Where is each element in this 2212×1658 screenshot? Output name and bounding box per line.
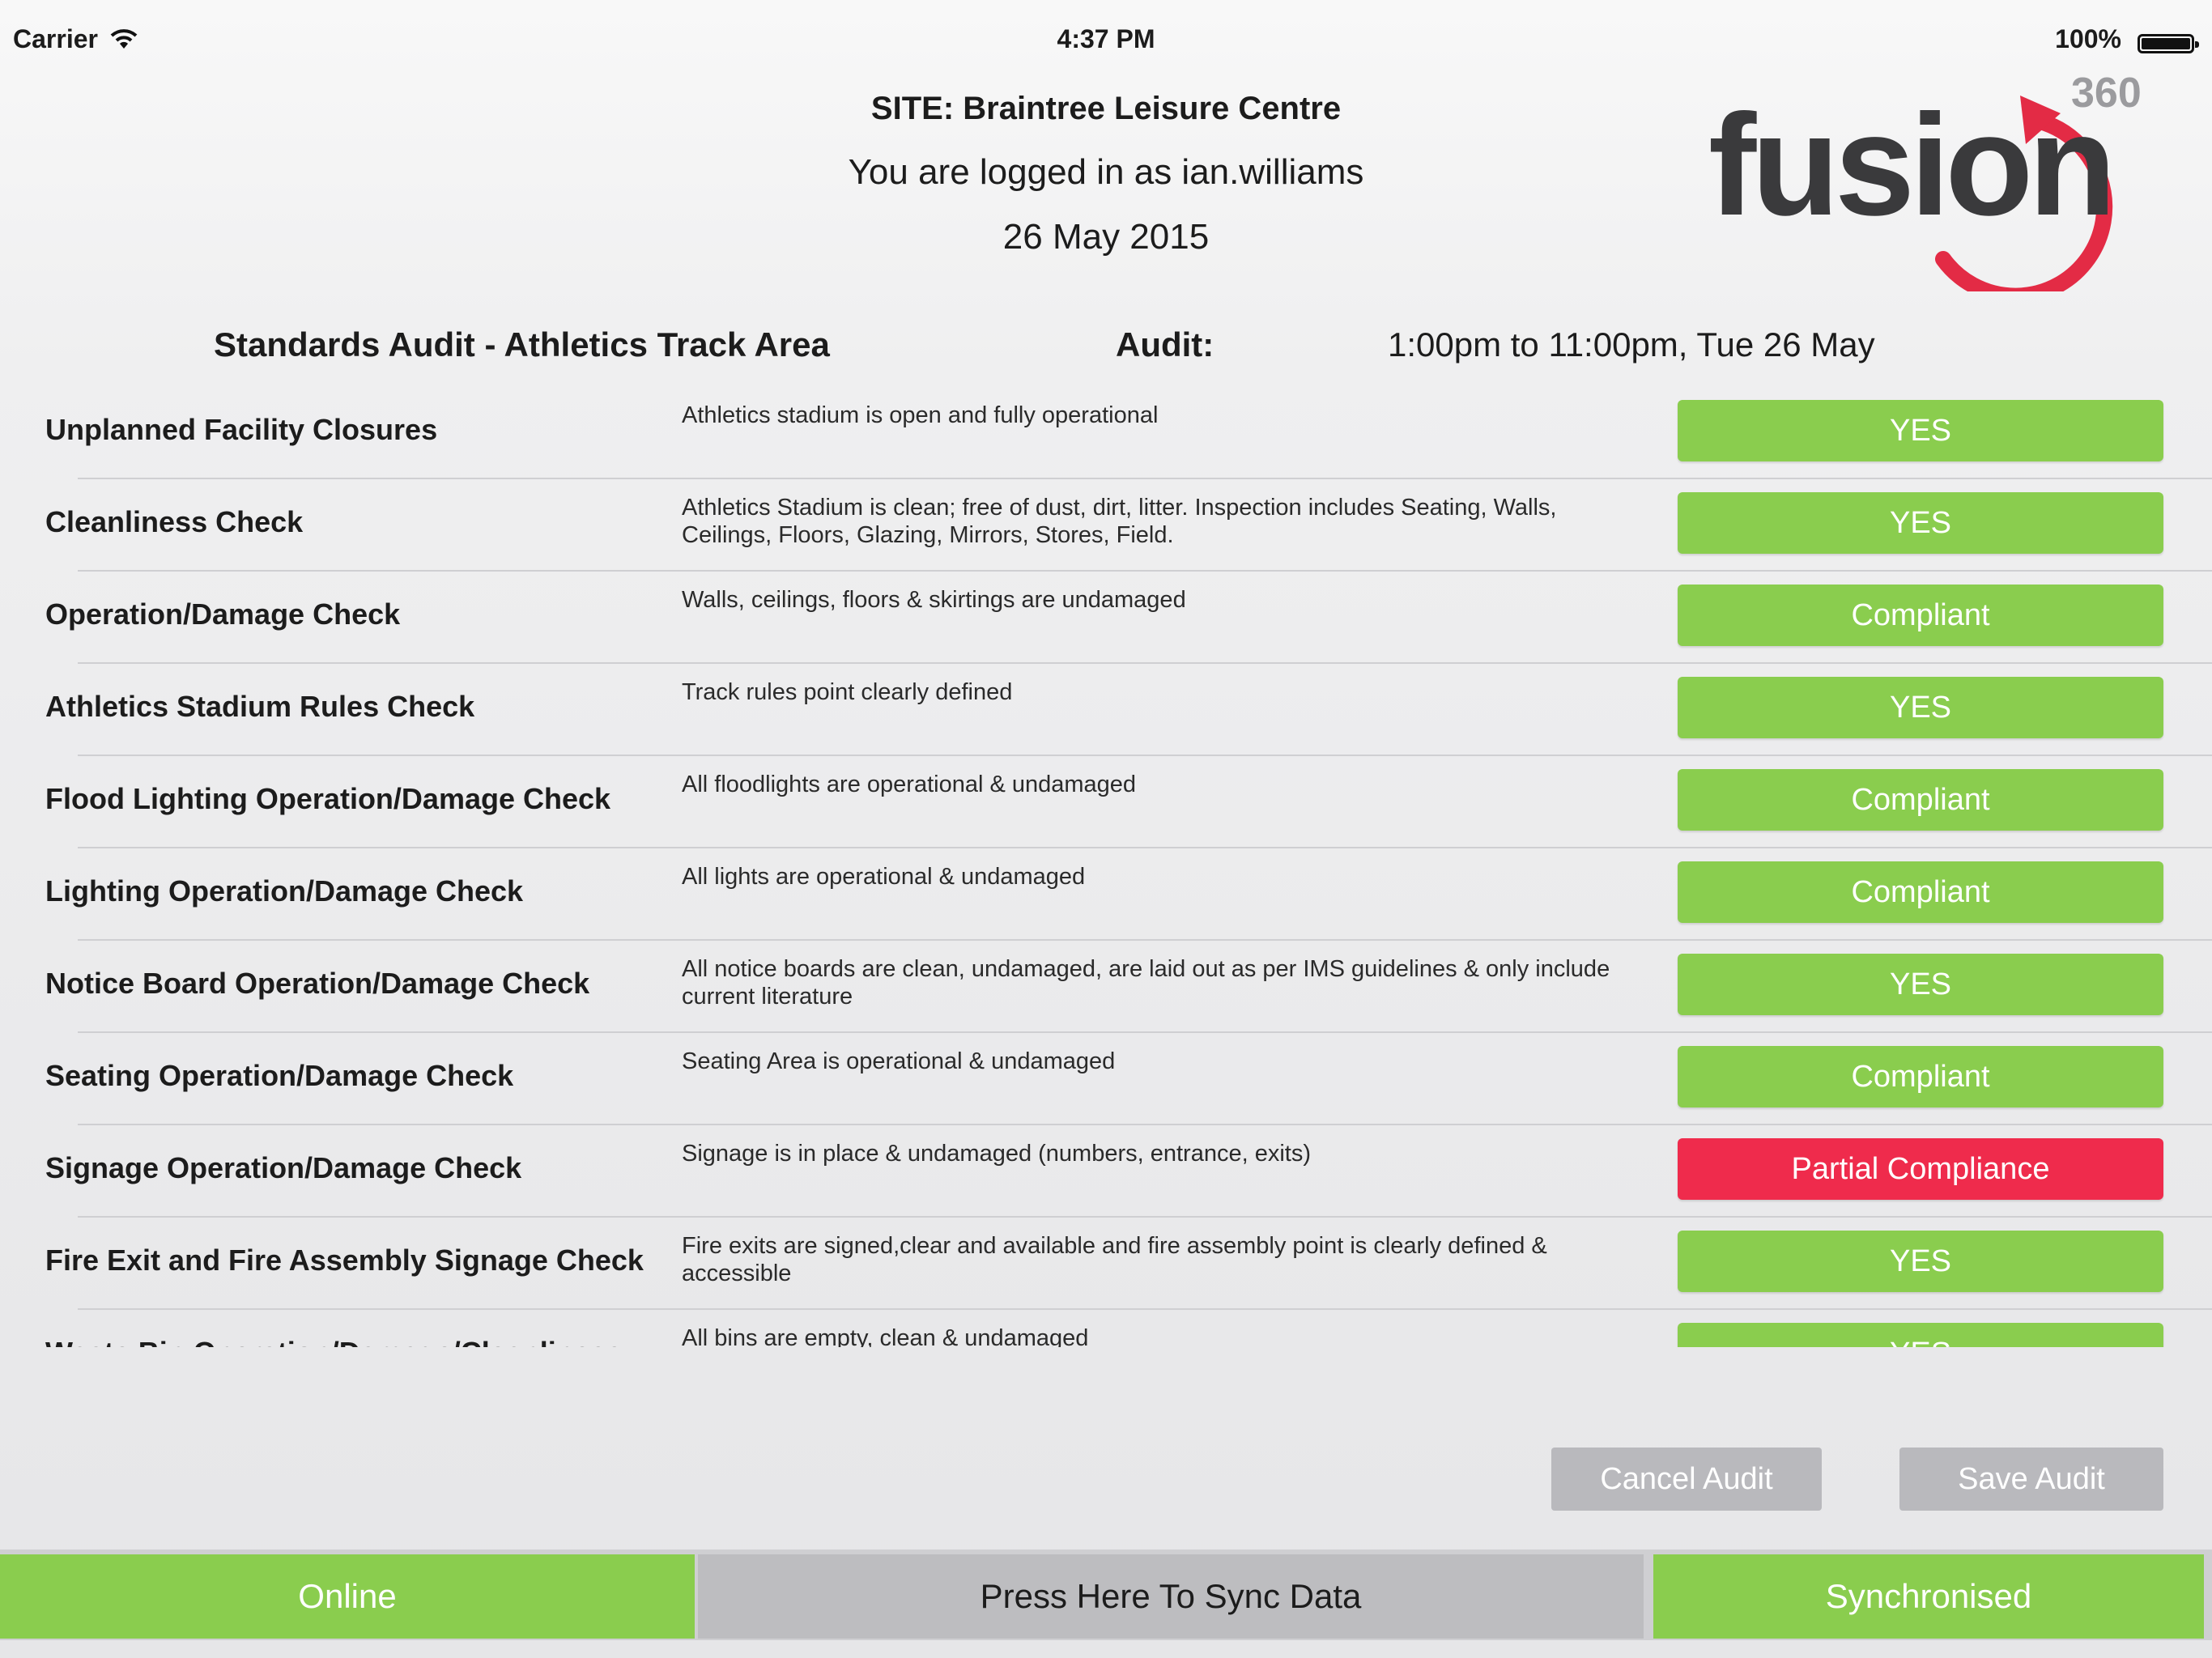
checklist-row: Notice Board Operation/Damage Check All n… bbox=[0, 941, 2212, 1033]
checklist-row: Cleanliness Check Athletics Stadium is cl… bbox=[0, 479, 2212, 572]
check-description: Track rules point clearly defined bbox=[682, 679, 1013, 705]
svg-text:fusion: fusion bbox=[1708, 84, 2112, 245]
check-description: Signage is in place & undamaged (numbers… bbox=[682, 1141, 1311, 1167]
check-status-button[interactable]: YES bbox=[1678, 492, 2163, 554]
audit-time-window: 1:00pm to 11:00pm, Tue 26 May bbox=[1388, 325, 1875, 363]
check-status-button[interactable]: YES bbox=[1678, 400, 2163, 461]
check-description: All lights are operational & undamaged bbox=[682, 864, 1086, 890]
check-status-button[interactable]: Partial Compliance bbox=[1678, 1138, 2163, 1200]
check-description: Walls, ceilings, floors & skirtings are … bbox=[682, 587, 1186, 613]
check-name: Signage Operation/Damage Check bbox=[45, 1151, 522, 1184]
check-description: All notice boards are clean, undamaged, … bbox=[682, 956, 1610, 1010]
checklist-row: Fire Exit and Fire Assembly Signage Chec… bbox=[0, 1218, 2212, 1310]
audit-label: Audit: bbox=[1116, 325, 1214, 363]
clock-label: 4:37 PM bbox=[1057, 24, 1155, 53]
check-description: Seating Area is operational & undamaged bbox=[682, 1048, 1116, 1074]
checklist-row: Waste Bin Operation/Damage/Cleanliness Al… bbox=[0, 1310, 2212, 1347]
checklist-row: Unplanned Facility Closures Athletics sta… bbox=[0, 387, 2212, 479]
check-description: Athletics stadium is open and fully oper… bbox=[682, 402, 1159, 428]
sync-data-button[interactable]: Press Here To Sync Data bbox=[698, 1554, 1644, 1639]
checklist-row: Flood Lighting Operation/Damage Check All… bbox=[0, 756, 2212, 848]
battery-icon bbox=[2138, 34, 2199, 53]
check-name: Athletics Stadium Rules Check bbox=[45, 690, 475, 723]
check-name: Flood Lighting Operation/Damage Check bbox=[45, 782, 611, 815]
check-description: All bins are empty, clean & undamaged bbox=[682, 1325, 1089, 1347]
audit-title: Standards Audit - Athletics Track Area bbox=[214, 325, 830, 363]
check-description: Fire exits are signed,clear and availabl… bbox=[682, 1233, 1547, 1286]
check-description: Athletics Stadium is clean; free of dust… bbox=[682, 495, 1557, 548]
check-status-button[interactable]: Compliant bbox=[1678, 585, 2163, 646]
check-status-button[interactable]: YES bbox=[1678, 1323, 2163, 1347]
check-name: Unplanned Facility Closures bbox=[45, 413, 438, 446]
check-name: Cleanliness Check bbox=[45, 505, 304, 538]
check-status-button[interactable]: Compliant bbox=[1678, 1046, 2163, 1107]
check-name: Fire Exit and Fire Assembly Signage Chec… bbox=[45, 1244, 644, 1277]
online-status: Online bbox=[0, 1554, 695, 1639]
check-status-button[interactable]: Compliant bbox=[1678, 769, 2163, 831]
checklist-row: Operation/Damage Check Walls, ceilings, f… bbox=[0, 572, 2212, 664]
save-audit-button[interactable]: Save Audit bbox=[1899, 1448, 2163, 1511]
svg-text:360: 360 bbox=[2071, 70, 2142, 117]
check-status-button[interactable]: Compliant bbox=[1678, 861, 2163, 923]
checklist-row: Athletics Stadium Rules Check Track rules… bbox=[0, 664, 2212, 756]
check-name: Seating Operation/Damage Check bbox=[45, 1059, 514, 1092]
check-status-button[interactable]: YES bbox=[1678, 954, 2163, 1015]
check-name: Operation/Damage Check bbox=[45, 597, 401, 631]
checklist-row: Seating Operation/Damage Check Seating Ar… bbox=[0, 1033, 2212, 1125]
checklist-row: Lighting Operation/Damage Check All light… bbox=[0, 848, 2212, 941]
check-status-button[interactable]: YES bbox=[1678, 677, 2163, 738]
fusion-360-logo: fusion 360 bbox=[1700, 57, 2186, 304]
sync-status: Synchronised bbox=[1653, 1554, 2204, 1639]
check-name: Waste Bin Operation/Damage/Cleanliness bbox=[45, 1336, 623, 1347]
check-name: Notice Board Operation/Damage Check bbox=[45, 967, 590, 1000]
check-status-button[interactable]: YES bbox=[1678, 1231, 2163, 1292]
checklist-row: Signage Operation/Damage Check Signage is… bbox=[0, 1125, 2212, 1218]
check-name: Lighting Operation/Damage Check bbox=[45, 874, 524, 908]
bottom-sync-bar: Online Press Here To Sync Data Synchroni… bbox=[0, 1550, 2212, 1640]
check-description: All floodlights are operational & undama… bbox=[682, 772, 1137, 797]
battery-percent: 100% bbox=[2055, 24, 2121, 53]
audit-checklist[interactable]: Unplanned Facility Closures Athletics sta… bbox=[0, 387, 2212, 1347]
cancel-audit-button[interactable]: Cancel Audit bbox=[1551, 1448, 1822, 1511]
